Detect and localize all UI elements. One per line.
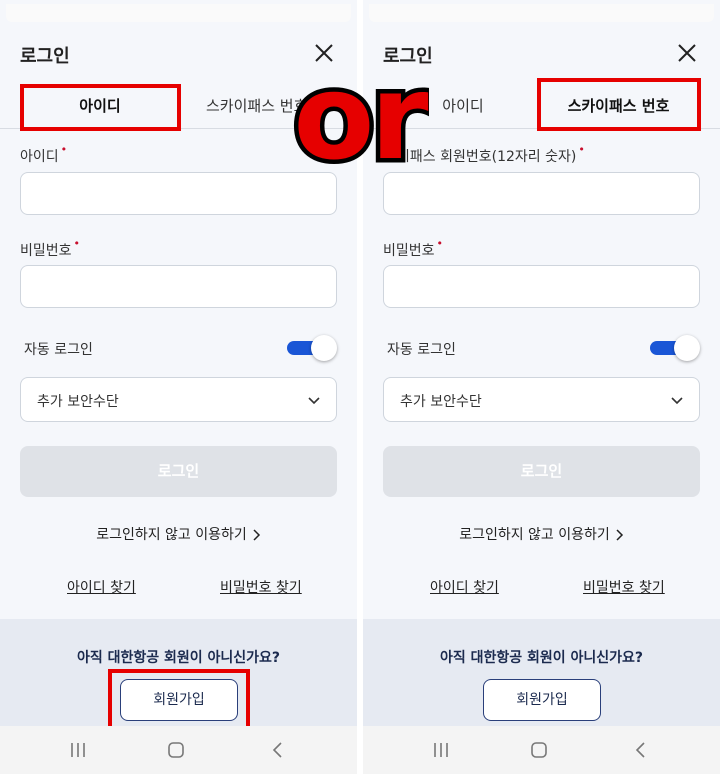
skypass-number-input[interactable] [383,172,700,215]
required-mark: • [436,237,444,250]
recent-apps-icon[interactable] [431,740,451,760]
auto-login-toggle[interactable] [287,335,337,361]
chevron-down-icon [308,397,320,405]
signup-button[interactable]: 회원가입 [120,679,238,721]
recent-apps-icon[interactable] [68,740,88,760]
security-select-value: 추가 보안수단 [37,394,119,410]
home-icon[interactable] [529,740,549,760]
status-strip [369,4,714,22]
id-label: 아이디 • [20,143,68,165]
tab-skypass[interactable]: 스카이패스 번호 [538,84,699,128]
password-input[interactable] [20,265,337,308]
close-icon[interactable] [674,40,700,66]
find-password-link[interactable]: 비밀번호 찾기 [583,577,665,597]
required-mark: • [73,237,81,250]
home-icon[interactable] [166,740,186,760]
chevron-down-icon [671,397,683,405]
id-input[interactable] [20,172,337,215]
security-select[interactable]: 추가 보안수단 [383,377,700,422]
find-password-link[interactable]: 비밀번호 찾기 [220,577,302,597]
system-nav-bar [0,726,357,774]
password-label: 비밀번호 • [383,237,444,259]
system-nav-bar [363,726,720,774]
guest-link[interactable]: 로그인하지 않고 이용하기 [0,524,357,544]
or-overlay: or [289,58,429,168]
page-title: 로그인 [20,46,70,67]
security-select-value: 추가 보안수단 [400,394,482,410]
signup-button[interactable]: 회원가입 [483,679,601,721]
toggle-knob [311,335,337,361]
or-overlay-text: or [293,58,428,168]
auto-login-label: 자동 로그인 [24,342,93,358]
password-label: 비밀번호 • [20,237,81,259]
status-strip [6,4,351,22]
auto-login-label: 자동 로그인 [387,342,456,358]
back-icon[interactable] [268,740,288,760]
login-button[interactable]: 로그인 [20,446,337,497]
chevron-right-icon [616,529,623,541]
tab-id[interactable]: 아이디 [20,84,180,128]
toggle-knob [674,335,700,361]
find-id-link[interactable]: 아이디 찾기 [430,577,499,597]
required-mark: • [578,143,585,156]
chevron-right-icon [253,529,260,541]
guest-link[interactable]: 로그인하지 않고 이용하기 [363,524,720,544]
security-select[interactable]: 추가 보안수단 [20,377,337,422]
find-id-link[interactable]: 아이디 찾기 [67,577,136,597]
auto-login-toggle[interactable] [650,335,700,361]
back-icon[interactable] [631,740,651,760]
password-input[interactable] [383,265,700,308]
not-member-text: 아직 대한항공 회원이 아니신가요? [76,650,281,666]
required-mark: • [60,143,68,156]
not-member-text: 아직 대한항공 회원이 아니신가요? [439,650,644,666]
login-button[interactable]: 로그인 [383,446,700,497]
